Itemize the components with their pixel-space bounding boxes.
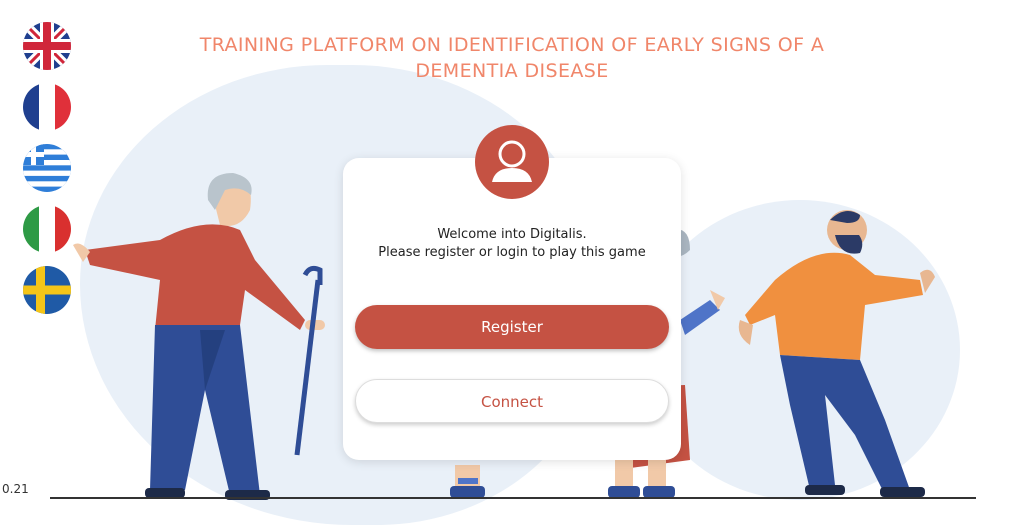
welcome-line-1: Welcome into Digitalis. [437,227,587,242]
uk-flag-icon[interactable] [23,22,71,70]
register-button[interactable]: Register [355,305,669,349]
elderly-man-with-cane-illustration [73,173,325,500]
greece-flag-icon[interactable] [23,144,71,192]
user-avatar-icon [475,125,549,199]
italy-flag-icon[interactable] [23,205,71,253]
ground-line [50,497,976,499]
bearded-man-illustration [738,210,935,497]
welcome-message: Welcome into Digitalis. Please register … [343,226,681,262]
sweden-flag-icon[interactable] [23,266,71,314]
welcome-line-2: Please register or login to play this ga… [378,245,646,260]
page-title: TRAINING PLATFORM ON IDENTIFICATION OF E… [199,34,825,82]
connect-button[interactable]: Connect [355,379,669,423]
language-selector [23,22,71,327]
france-flag-icon[interactable] [23,83,71,131]
version-label: 0.21 [2,482,29,496]
